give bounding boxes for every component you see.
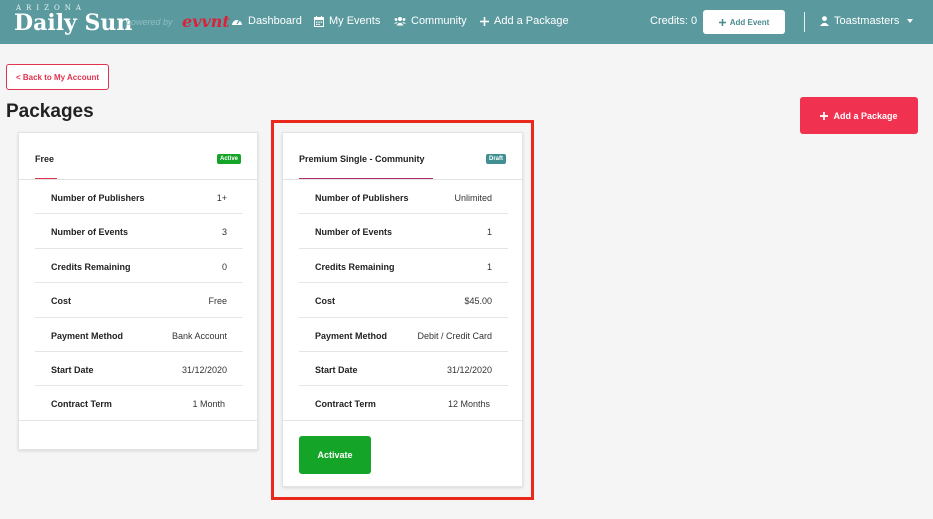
- partner-logo: evvnt: [182, 12, 230, 31]
- top-navbar: ARIZONA Daily Sun powered by evvnt Dashb…: [0, 0, 933, 44]
- row-label: Cost: [315, 296, 335, 307]
- row-value: 31/12/2020: [446, 365, 492, 375]
- package-row: Cost $45.00: [299, 283, 508, 318]
- package-row: Number of Publishers Unlimited: [299, 180, 508, 215]
- row-value: 1: [486, 261, 492, 272]
- row-label: Number of Events: [315, 227, 393, 238]
- plus-icon: [718, 18, 726, 26]
- row-label: Payment Method: [51, 330, 124, 341]
- row-label: Start Date: [315, 365, 358, 375]
- row-label: Contract Term: [51, 399, 112, 410]
- package-row: Number of Events 3: [35, 214, 243, 249]
- row-label: Credits Remaining: [315, 261, 395, 272]
- title-underline: [35, 178, 57, 179]
- package-card-header: Premium Single - Community Draft: [283, 133, 522, 180]
- calendar-icon: [314, 15, 324, 27]
- add-event-button[interactable]: Add Event: [703, 10, 785, 34]
- package-card-free: Free Active Number of Publishers 1+ Numb…: [18, 132, 258, 450]
- status-badge: Active: [216, 154, 241, 164]
- row-value: 12 Months: [447, 399, 490, 410]
- user-name: Toastmasters: [834, 15, 900, 27]
- row-value: Debit / Credit Card: [417, 330, 492, 341]
- credits-counter: Credits: 0: [650, 15, 698, 27]
- row-label: Credits Remaining: [51, 261, 131, 272]
- row-value: 3: [221, 227, 227, 238]
- nav-community[interactable]: Community: [394, 15, 467, 27]
- nav-add-package[interactable]: Add a Package: [480, 15, 569, 27]
- nav-my-events-label: My Events: [329, 15, 381, 27]
- package-row: Credits Remaining 0: [35, 249, 243, 284]
- row-value: Free: [208, 296, 227, 307]
- package-row: Contract Term 1 Month: [19, 386, 257, 421]
- package-row: Start Date 31/12/2020: [35, 352, 243, 387]
- package-row: Credits Remaining 1: [299, 249, 508, 284]
- package-row: Number of Events 1: [299, 214, 508, 249]
- row-value: Bank Account: [171, 330, 227, 341]
- dashboard-icon: [232, 19, 242, 25]
- nav-dashboard-label: Dashboard: [248, 15, 302, 27]
- row-value: Unlimited: [454, 193, 492, 203]
- back-to-account-button[interactable]: < Back to My Account: [6, 64, 109, 90]
- package-row: Payment Method Bank Account: [35, 318, 243, 352]
- title-underline: [299, 178, 433, 179]
- add-package-button[interactable]: Add a Package: [800, 97, 918, 134]
- package-row: Number of Publishers 1+: [35, 180, 243, 215]
- row-label: Payment Method: [315, 330, 388, 341]
- plus-icon: [820, 111, 829, 120]
- add-event-label: Add Event: [729, 17, 770, 27]
- row-value: 0: [221, 261, 227, 272]
- nav-divider: [804, 12, 805, 32]
- activate-button[interactable]: Activate: [299, 436, 371, 474]
- status-badge: Draft: [485, 154, 506, 164]
- chevron-down-icon: [907, 19, 914, 23]
- row-label: Number of Publishers: [315, 193, 409, 203]
- row-label: Number of Events: [51, 227, 129, 238]
- row-value: $45.00: [464, 296, 492, 307]
- package-title: Free: [35, 154, 55, 164]
- user-menu[interactable]: Toastmasters: [820, 15, 914, 27]
- package-row: Payment Method Debit / Credit Card: [299, 318, 508, 352]
- row-label: Start Date: [51, 365, 94, 375]
- page-title: Packages: [6, 101, 94, 122]
- package-row: Start Date 31/12/2020: [299, 352, 508, 387]
- package-row: Contract Term 12 Months: [283, 386, 522, 421]
- brand-name: Daily Sun: [14, 10, 133, 36]
- row-value: 1+: [216, 193, 227, 203]
- package-card-premium: Premium Single - Community Draft Number …: [282, 132, 523, 487]
- package-title: Premium Single - Community: [299, 154, 425, 164]
- nav-my-events[interactable]: My Events: [314, 15, 380, 27]
- brand-logo[interactable]: ARIZONA Daily Sun powered by evvnt: [14, 4, 230, 40]
- package-row: Cost Free: [35, 283, 243, 318]
- user-icon: [820, 16, 829, 26]
- nav-community-label: Community: [411, 15, 467, 27]
- row-value: 1: [486, 227, 492, 238]
- nav-add-package-label: Add a Package: [494, 15, 569, 27]
- plus-icon: [480, 16, 489, 26]
- row-label: Cost: [51, 296, 71, 307]
- add-package-button-label: Add a Package: [833, 110, 898, 121]
- package-card-header: Free Active: [19, 133, 257, 180]
- powered-by-text: powered by: [126, 17, 173, 27]
- nav-dashboard[interactable]: Dashboard: [231, 15, 302, 27]
- row-value: 31/12/2020: [181, 365, 227, 375]
- row-value: 1 Month: [192, 399, 225, 410]
- row-label: Contract Term: [315, 399, 376, 410]
- users-icon: [394, 17, 406, 26]
- row-label: Number of Publishers: [51, 193, 145, 203]
